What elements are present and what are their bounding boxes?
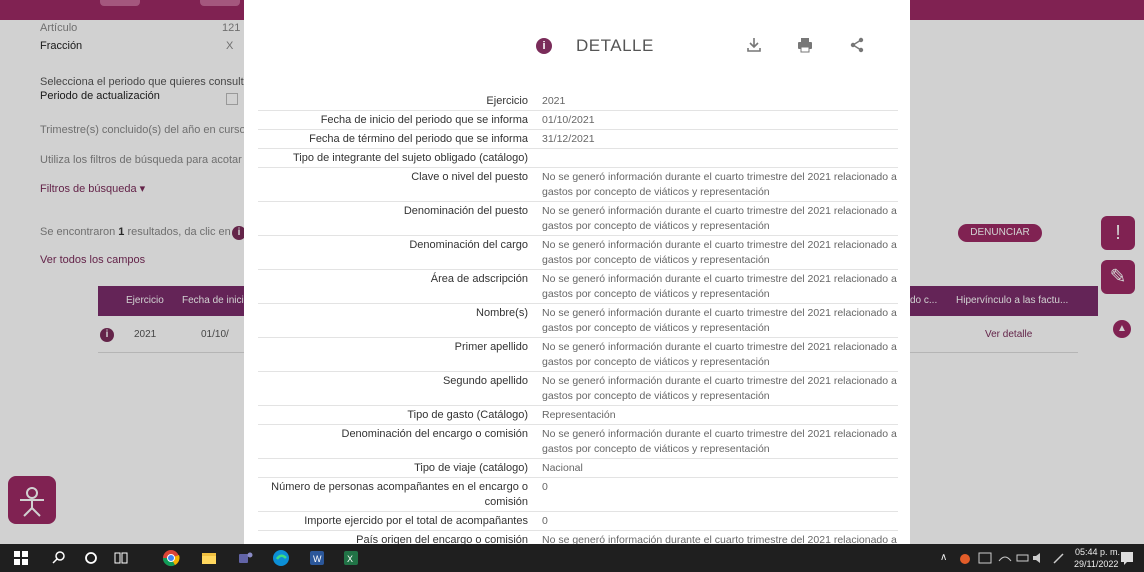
taskbar: W X ∧ 05:44 p. m. 29/11/2022 xyxy=(0,544,1144,572)
clock-time[interactable]: 05:44 p. m. xyxy=(1075,547,1120,557)
share-icon[interactable] xyxy=(847,36,867,56)
detail-row-label: Ejercicio xyxy=(486,95,528,107)
detail-row-label: Número de personas acompañantes en el en… xyxy=(271,481,528,508)
detail-row-value: Representación xyxy=(542,409,616,421)
windows-start-icon[interactable] xyxy=(12,549,30,567)
detail-row: Importe ejercido por el total de acompañ… xyxy=(258,512,898,531)
tray-wifi-icon[interactable] xyxy=(996,549,1014,567)
detail-row-label: Clave o nivel del puesto xyxy=(411,171,528,183)
detail-row-value: No se generó información durante el cuar… xyxy=(542,307,897,334)
detail-row: Tipo de viaje (catálogo) Nacional xyxy=(258,459,898,478)
modal-header: i DETALLE xyxy=(244,0,910,88)
excel-icon[interactable]: X xyxy=(342,549,360,567)
detail-row: País origen del encargo o comisión No se … xyxy=(258,531,898,544)
detail-row: Primer apellido No se generó información … xyxy=(258,338,898,372)
detail-row-value: 0 xyxy=(542,515,548,527)
detail-row: Ejercicio 2021 xyxy=(258,92,898,111)
detail-row: Fecha de término del periodo que se info… xyxy=(258,130,898,149)
detail-row-value: No se generó información durante el cuar… xyxy=(542,534,897,544)
detail-row-value: No se generó información durante el cuar… xyxy=(542,428,897,455)
notifications-icon[interactable] xyxy=(1118,549,1136,567)
detail-row: Área de adscripción No se generó informac… xyxy=(258,270,898,304)
task-view-icon[interactable] xyxy=(112,549,130,567)
detail-row-label: Importe ejercido por el total de acompañ… xyxy=(304,515,528,527)
detail-row: Fecha de inicio del periodo que se infor… xyxy=(258,111,898,130)
detail-row-value: No se generó información durante el cuar… xyxy=(542,375,897,402)
tray-app-icon[interactable] xyxy=(956,549,974,567)
detail-row: Tipo de gasto (Catálogo) Representación xyxy=(258,406,898,425)
tray-network-icon[interactable] xyxy=(976,549,994,567)
detail-row-value: 31/12/2021 xyxy=(542,133,595,145)
detail-row-label: Denominación del puesto xyxy=(403,205,528,217)
svg-text:X: X xyxy=(347,554,353,564)
detail-table: Ejercicio 2021 Fecha de inicio del periodo… xyxy=(244,92,910,544)
svg-text:W: W xyxy=(313,554,322,564)
chrome-icon[interactable] xyxy=(162,549,180,567)
detail-row-label: País origen del encargo o comisión xyxy=(356,534,528,544)
print-icon[interactable] xyxy=(795,36,815,56)
detail-row-value: No se generó información durante el cuar… xyxy=(542,239,897,266)
detail-row-value: Nacional xyxy=(542,462,583,474)
detail-row-value: No se generó información durante el cuar… xyxy=(542,205,897,232)
detail-modal: i DETALLE Ejercicio 2021 Fecha de inicio d… xyxy=(244,0,910,544)
edge-icon[interactable] xyxy=(272,549,290,567)
detail-row: Número de personas acompañantes en el en… xyxy=(258,478,898,512)
search-icon[interactable] xyxy=(50,549,68,567)
detail-row-label: Tipo de integrante del sujeto obligado (… xyxy=(292,152,528,164)
detail-row-label: Denominación del cargo xyxy=(409,239,528,251)
download-icon[interactable] xyxy=(744,36,764,56)
detail-row-value: No se generó información durante el cuar… xyxy=(542,171,897,198)
detail-row-value: 01/10/2021 xyxy=(542,114,595,126)
detail-row: Denominación del puesto No se generó info… xyxy=(258,202,898,236)
detail-row-value xyxy=(536,149,898,167)
detail-row-label: Tipo de gasto (Catálogo) xyxy=(407,409,528,421)
clock-date[interactable]: 29/11/2022 xyxy=(1074,559,1118,569)
detail-row-value: 0 xyxy=(542,481,548,493)
detail-row: Segundo apellido No se generó información… xyxy=(258,372,898,406)
info-icon: i xyxy=(536,38,552,54)
detail-row: Clave o nivel del puesto No se generó inf… xyxy=(258,168,898,202)
detail-row-label: Tipo de viaje (catálogo) xyxy=(414,462,528,474)
tray-chevron-icon[interactable]: ∧ xyxy=(940,552,947,563)
detail-row-label: Fecha de inicio del periodo que se infor… xyxy=(320,114,528,126)
detail-row-label: Nombre(s) xyxy=(476,307,528,319)
detail-row-label: Denominación del encargo o comisión xyxy=(341,428,529,440)
teams-icon[interactable] xyxy=(236,549,254,567)
detail-row-label: Área de adscripción xyxy=(430,273,528,285)
cortana-icon[interactable] xyxy=(82,549,100,567)
detail-row-value: No se generó información durante el cuar… xyxy=(542,273,897,300)
detail-row-label: Primer apellido xyxy=(454,341,528,353)
detail-row: Denominación del encargo o comisión No se… xyxy=(258,425,898,459)
file-explorer-icon[interactable] xyxy=(200,549,218,567)
detail-row-value: No se generó información durante el cuar… xyxy=(542,341,897,368)
detail-row: Denominación del cargo No se generó infor… xyxy=(258,236,898,270)
word-icon[interactable]: W xyxy=(308,549,326,567)
detail-row: Tipo de integrante del sujeto obligado (… xyxy=(258,149,898,168)
detail-row: Nombre(s) No se generó información durant… xyxy=(258,304,898,338)
volume-icon[interactable] xyxy=(1030,549,1048,567)
pen-icon[interactable] xyxy=(1050,549,1068,567)
detail-row-value: 2021 xyxy=(542,95,566,107)
detail-row-label: Fecha de término del periodo que se info… xyxy=(309,133,528,145)
modal-title: DETALLE xyxy=(576,36,654,55)
detail-row-label: Segundo apellido xyxy=(442,375,528,387)
